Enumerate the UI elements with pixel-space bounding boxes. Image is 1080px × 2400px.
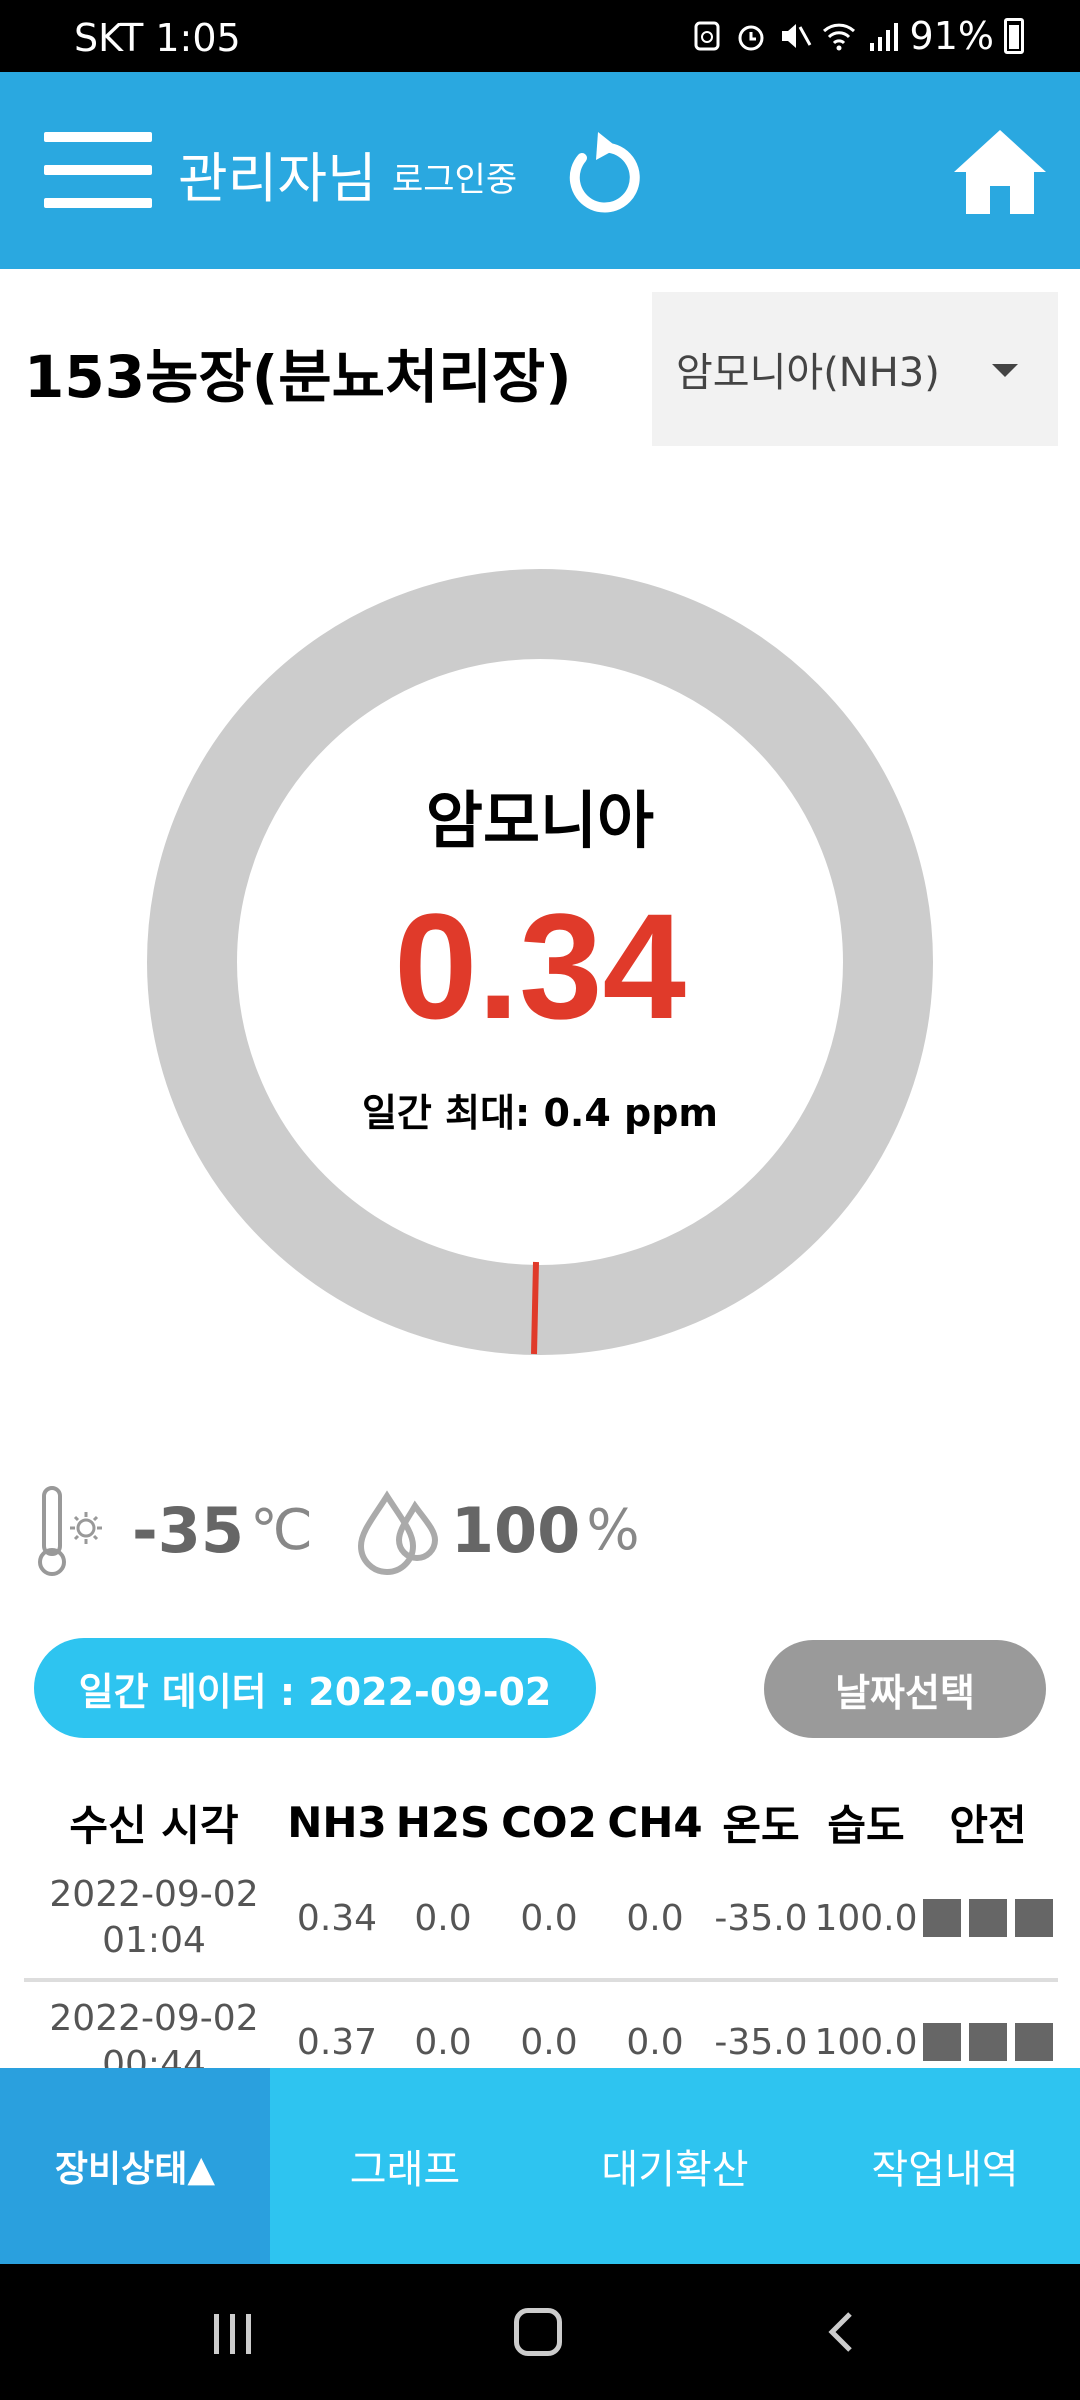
login-state: 로그인중 xyxy=(392,160,518,200)
header-received-time: 수신 시각 xyxy=(69,1800,239,1850)
admin-name: 관리자님 xyxy=(178,147,377,210)
header-h2s: H2S xyxy=(395,1797,491,1847)
row-co2: 0.0 xyxy=(520,1897,578,1939)
gauge-needle xyxy=(531,1261,539,1355)
tab-graph[interactable]: 그래프 xyxy=(270,2068,540,2264)
nav-home-icon[interactable] xyxy=(514,2308,562,2356)
date-select-button[interactable]: 날짜선택 xyxy=(764,1640,1046,1738)
safety-square xyxy=(969,2023,1007,2061)
gauge-label: 암모니아 xyxy=(425,784,655,857)
humidity-unit: % xyxy=(586,1497,640,1563)
status-bar: SKT 1:05 91% xyxy=(0,0,1080,72)
row-datetime: 2022-09-02 01:04 xyxy=(24,1872,284,1964)
row-nh3: 0.34 xyxy=(296,1897,378,1939)
app-header: 관리자님 로그인중 xyxy=(0,72,1080,269)
gas-select-dropdown[interactable]: 암모니아(NH3) xyxy=(652,292,1058,446)
header-nh3: NH3 xyxy=(287,1797,387,1847)
row-humidity: 100.0 xyxy=(814,1897,918,1939)
gas-select-value: 암모니아(NH3) xyxy=(676,350,940,396)
recents-icon[interactable] xyxy=(214,2314,254,2354)
row-h2s: 0.0 xyxy=(414,2021,472,2063)
thermometer-sun-icon xyxy=(38,1486,102,1576)
status-time: SKT 1:05 xyxy=(74,16,241,60)
row-ch4: 0.0 xyxy=(626,2021,684,2063)
environment-row: -35 ℃ 100 % xyxy=(30,1480,640,1580)
back-icon[interactable] xyxy=(826,2312,854,2352)
row-co2: 0.0 xyxy=(520,2021,578,2063)
row-date: 2022-09-02 xyxy=(49,1874,259,1915)
humidity-value: 100 xyxy=(450,1493,581,1567)
battery-icon xyxy=(1004,18,1024,54)
farm-title: 153농장(분뇨처리장) xyxy=(24,343,572,411)
tab-equipment-status[interactable]: 장비상태▲ xyxy=(0,2068,270,2264)
gauge-value: 0.34 xyxy=(394,882,686,1050)
header-humidity: 습도 xyxy=(827,1800,905,1850)
row-ch4: 0.0 xyxy=(626,1897,684,1939)
temperature-value: -35 xyxy=(132,1493,245,1567)
home-icon[interactable] xyxy=(952,126,1048,216)
tab-work-history[interactable]: 작업내역 xyxy=(810,2068,1080,2264)
safety-square xyxy=(1015,1899,1053,1937)
header-safety: 안전 xyxy=(949,1800,1027,1850)
bottom-tab-bar: 장비상태▲ 그래프 대기확산 작업내역 xyxy=(0,2068,1080,2264)
status-icons: 91% xyxy=(690,14,1024,58)
wifi-icon xyxy=(822,23,855,51)
alarm-icon xyxy=(738,25,764,51)
system-nav-bar xyxy=(0,2264,1080,2400)
refresh-icon[interactable] xyxy=(560,128,644,218)
temperature-unit: ℃ xyxy=(250,1497,313,1563)
signal-icon xyxy=(869,23,898,51)
row-temp: -35.0 xyxy=(714,1897,808,1939)
header-temp: 온도 xyxy=(722,1800,800,1850)
recycle-icon xyxy=(694,21,720,51)
row-date: 2022-09-02 xyxy=(49,1998,259,2039)
safety-square xyxy=(923,2023,961,2061)
safety-square xyxy=(923,1899,961,1937)
row-humidity: 100.0 xyxy=(814,2021,918,2063)
menu-icon[interactable] xyxy=(44,132,152,208)
row-time: 01:04 xyxy=(102,1920,206,1961)
gauge-daily-max: 일간 최대: 0.4 ppm xyxy=(361,1091,719,1135)
safety-square xyxy=(969,1899,1007,1937)
daily-data-button[interactable]: 일간 데이터 : 2022-09-02 xyxy=(34,1638,596,1738)
data-table: 수신 시각 NH3 H2S CO2 CH4 온도 습도 안전 2022-09-0… xyxy=(24,1786,1058,2106)
row-h2s: 0.0 xyxy=(414,1897,472,1939)
safety-square xyxy=(1015,2023,1053,2061)
table-row: 2022-09-02 01:04 0.34 0.0 0.0 0.0 -35.0 1… xyxy=(24,1858,1058,1982)
battery-percent: 91% xyxy=(909,14,994,58)
chevron-down-icon xyxy=(992,364,1018,377)
mute-icon xyxy=(781,24,811,48)
row-nh3: 0.37 xyxy=(296,2021,378,2063)
header-co2: CO2 xyxy=(501,1797,597,1847)
header-ch4: CH4 xyxy=(607,1797,703,1847)
tab-air-dispersion[interactable]: 대기확산 xyxy=(540,2068,810,2264)
row-temp: -35.0 xyxy=(714,2021,808,2063)
row-safety-indicators xyxy=(918,2023,1058,2061)
humidity-drops-icon xyxy=(357,1490,438,1575)
table-header: 수신 시각 NH3 H2S CO2 CH4 온도 습도 안전 xyxy=(24,1786,1058,1858)
row-safety-indicators xyxy=(918,1899,1058,1937)
